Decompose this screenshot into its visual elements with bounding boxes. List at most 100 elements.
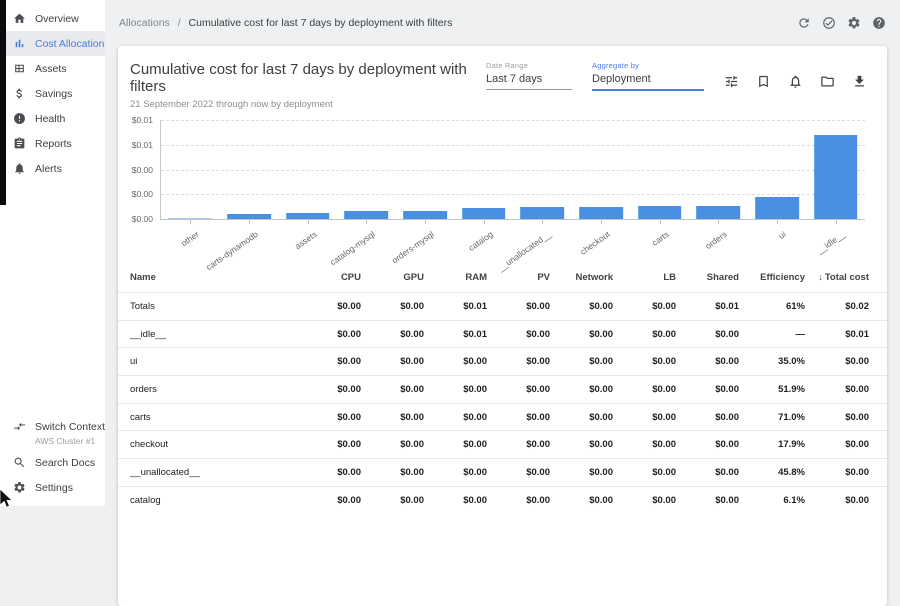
table-row[interactable]: carts$0.00$0.00$0.00$0.00$0.00$0.00$0.00…	[118, 403, 887, 431]
x-axis-tick	[777, 220, 778, 224]
bookmark-icon[interactable]	[756, 74, 771, 89]
table-cell: $0.00	[613, 467, 676, 478]
y-axis-tick-label: $0.00	[119, 214, 153, 224]
column-header-lb[interactable]: LB	[613, 272, 676, 283]
cluster-label: AWS Cluster #1	[35, 436, 105, 446]
search-docs-button[interactable]: Search Docs	[0, 450, 105, 475]
sidebar-item-health[interactable]: Health	[0, 106, 105, 131]
table-cell: $0.01	[424, 329, 487, 340]
table-cell: $0.01	[676, 301, 739, 312]
table-row[interactable]: catalog$0.00$0.00$0.00$0.00$0.00$0.00$0.…	[118, 486, 887, 514]
help-icon[interactable]	[872, 16, 886, 30]
table-cell: $0.00	[361, 439, 424, 450]
aggregate-by-value[interactable]: Deployment	[592, 70, 704, 89]
clipboard-icon	[13, 137, 26, 150]
table-cell: $0.00	[424, 495, 487, 506]
switch-context-button[interactable]: Switch Context AWS Cluster #1	[0, 413, 105, 450]
sidebar-item-alerts[interactable]: Alerts	[0, 156, 105, 181]
column-header-shared[interactable]: Shared	[676, 272, 739, 283]
table-cell: $0.00	[676, 439, 739, 450]
breadcrumb-separator: /	[178, 17, 181, 29]
refresh-icon[interactable]	[797, 16, 811, 30]
chart-plot-area: $0.00$0.00$0.00$0.01$0.01othercarts-dyna…	[160, 120, 865, 220]
table-row[interactable]: checkout$0.00$0.00$0.00$0.00$0.00$0.00$0…	[118, 430, 887, 458]
bell-icon[interactable]	[788, 74, 803, 89]
column-header-name[interactable]: Name	[130, 272, 298, 283]
x-axis-tick	[249, 220, 250, 224]
table-cell: $0.00	[298, 301, 361, 312]
x-axis-tick	[718, 220, 719, 224]
table-cell: 35.0%	[739, 356, 805, 367]
column-header-ram[interactable]: RAM	[424, 272, 487, 283]
table-cell: $0.00	[613, 439, 676, 450]
table-row[interactable]: __unallocated__$0.00$0.00$0.00$0.00$0.00…	[118, 458, 887, 486]
x-axis-tick-label: catalog-mysql	[328, 229, 377, 267]
sidebar-item-overview[interactable]: Overview	[0, 6, 105, 31]
breadcrumb-allocations[interactable]: Allocations	[119, 17, 170, 29]
chart-bar[interactable]	[169, 218, 213, 220]
table-cell: $0.00	[805, 412, 869, 423]
table-row[interactable]: __idle__$0.00$0.00$0.01$0.00$0.00$0.00$0…	[118, 320, 887, 348]
column-header-network[interactable]: Network	[550, 272, 613, 283]
date-range-select[interactable]: Date Range Last 7 days	[486, 61, 572, 90]
table-cell: $0.00	[805, 356, 869, 367]
table-cell: $0.00	[676, 467, 739, 478]
sidebar-item-assets[interactable]: Assets	[0, 56, 105, 81]
chart-bar[interactable]	[462, 208, 506, 219]
sidebar-item-reports[interactable]: Reports	[0, 131, 105, 156]
chart-bar[interactable]	[579, 207, 623, 219]
column-header-total-cost[interactable]: ↓Total cost	[805, 272, 869, 283]
chart-bar[interactable]	[814, 135, 858, 219]
gear-icon[interactable]	[847, 16, 861, 30]
gridline	[161, 120, 865, 121]
check-circle-icon[interactable]	[822, 16, 836, 30]
bar-chart-icon	[13, 37, 26, 50]
cost-bar-chart: $0.00$0.00$0.00$0.01$0.01othercarts-dyna…	[160, 120, 865, 261]
table-cell: $0.00	[613, 412, 676, 423]
allocations-table: NameCPUGPURAMPVNetworkLBSharedEfficiency…	[118, 263, 887, 514]
aggregate-by-select[interactable]: Aggregate by Deployment	[592, 61, 704, 91]
x-axis-tick	[308, 220, 309, 224]
table-row[interactable]: ui$0.00$0.00$0.00$0.00$0.00$0.00$0.0035.…	[118, 347, 887, 375]
row-name: checkout	[130, 439, 298, 450]
folder-icon[interactable]	[820, 74, 835, 89]
column-header-cpu[interactable]: CPU	[298, 272, 361, 283]
chart-bar[interactable]	[227, 214, 271, 219]
table-cell: $0.00	[298, 495, 361, 506]
y-axis-tick-label: $0.00	[119, 165, 153, 175]
sidebar-item-savings[interactable]: Savings	[0, 81, 105, 106]
column-header-gpu[interactable]: GPU	[361, 272, 424, 283]
date-range-value[interactable]: Last 7 days	[486, 70, 572, 89]
chart-bar[interactable]	[755, 197, 799, 219]
gridline	[161, 194, 865, 195]
x-axis-tick	[484, 220, 485, 224]
breadcrumb: Allocations / Cumulative cost for last 7…	[119, 17, 452, 29]
chart-bar[interactable]	[345, 211, 389, 219]
column-header-efficiency[interactable]: Efficiency	[739, 272, 805, 283]
table-cell: $0.00	[298, 356, 361, 367]
table-row[interactable]: orders$0.00$0.00$0.00$0.00$0.00$0.00$0.0…	[118, 375, 887, 403]
table-cell: $0.00	[298, 467, 361, 478]
page-subtitle: 21 September 2022 through now by deploym…	[130, 99, 486, 110]
breadcrumb-current: Cumulative cost for last 7 days by deplo…	[189, 17, 453, 29]
download-icon[interactable]	[852, 74, 867, 89]
chart-bar[interactable]	[286, 213, 330, 219]
sort-arrow-icon: ↓	[818, 272, 823, 282]
x-axis-tick-label: ui	[777, 229, 788, 241]
chart-bar[interactable]	[638, 206, 682, 219]
table-cell: —	[739, 329, 805, 340]
chart-bar[interactable]	[521, 207, 565, 219]
chart-bar[interactable]	[697, 206, 741, 219]
settings-button[interactable]: Settings	[0, 475, 105, 500]
chart-bar[interactable]	[403, 211, 447, 219]
column-header-pv[interactable]: PV	[487, 272, 550, 283]
tune-icon[interactable]	[724, 74, 739, 89]
table-cell: $0.00	[550, 467, 613, 478]
x-axis-tick	[601, 220, 602, 224]
date-range-label: Date Range	[486, 61, 572, 70]
table-row[interactable]: Totals$0.00$0.00$0.01$0.00$0.00$0.00$0.0…	[118, 292, 887, 320]
table-cell: $0.00	[487, 412, 550, 423]
sidebar-item-cost-allocation[interactable]: Cost Allocation	[0, 31, 105, 56]
table-cell: $0.00	[676, 412, 739, 423]
table-cell: $0.00	[550, 495, 613, 506]
